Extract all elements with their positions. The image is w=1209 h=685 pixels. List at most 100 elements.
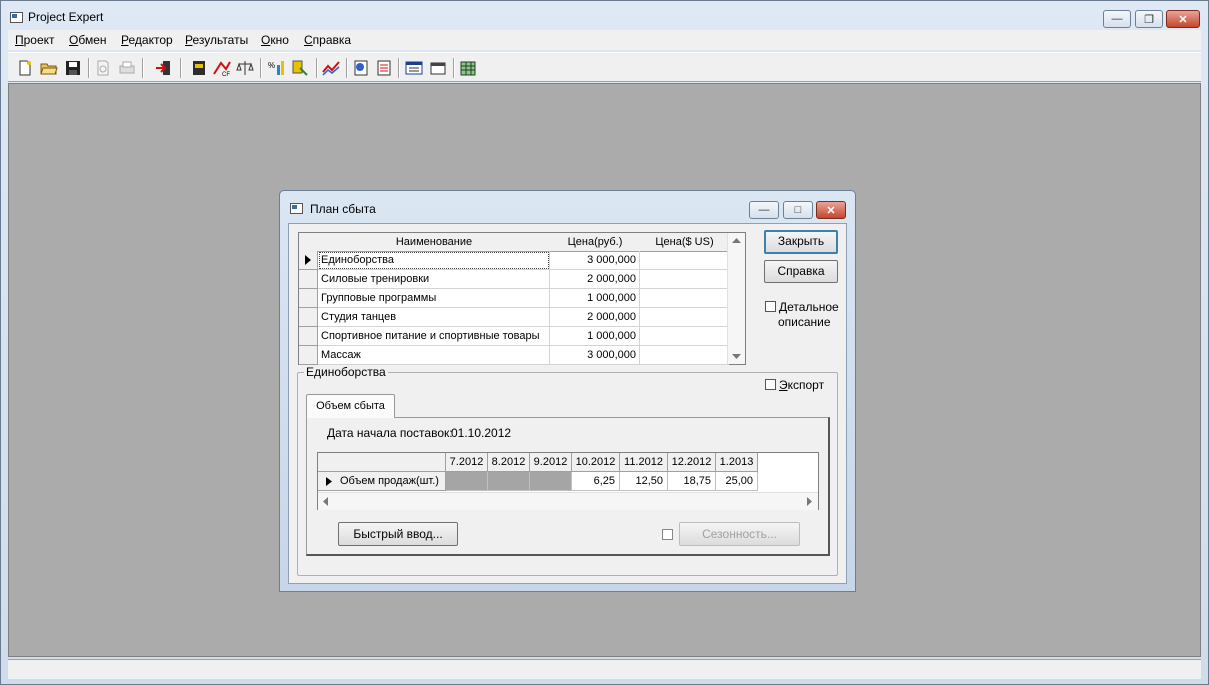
open-folder-icon[interactable] — [40, 59, 58, 77]
maximize-button[interactable]: ❐ — [1135, 10, 1163, 28]
period-value-cell — [488, 472, 530, 491]
detail-description-checkbox[interactable] — [765, 301, 776, 312]
period-header: 12.2012 — [668, 453, 716, 472]
sensitivity-icon[interactable] — [291, 59, 309, 77]
seasonality-label: Сезонность... — [702, 527, 777, 541]
table-row[interactable]: Групповые программы 1 000,000 — [299, 289, 729, 308]
module-icon[interactable] — [190, 59, 208, 77]
period-value-cell[interactable]: 18,75 — [668, 472, 716, 491]
row-pointer-icon — [305, 255, 311, 265]
period-header: 7.2012 — [446, 453, 488, 472]
menu-exchange[interactable]: Обмен — [69, 33, 107, 47]
scroll-right-icon[interactable] — [806, 497, 813, 506]
table-row[interactable]: Силовые тренировки 2 000,000 — [299, 270, 729, 289]
cell-price-rub[interactable]: 3 000,000 — [550, 346, 640, 365]
cell-price-usd[interactable] — [640, 327, 729, 346]
svg-text:CF: CF — [222, 72, 230, 77]
quick-input-button[interactable]: Быстрый ввод... — [338, 522, 458, 546]
column-header-name[interactable]: Наименование — [318, 233, 551, 252]
table-row[interactable]: Массаж 3 000,000 — [299, 346, 729, 365]
seasonality-checkbox[interactable] — [662, 529, 673, 540]
export-checkbox[interactable] — [765, 379, 776, 390]
print-icon[interactable] — [118, 59, 136, 77]
scroll-down-icon[interactable] — [732, 353, 741, 360]
grid-corner — [318, 453, 446, 472]
tab-sales-volume[interactable]: Объем сбыта — [306, 394, 395, 418]
document-icon[interactable] — [375, 59, 393, 77]
table-corner — [299, 233, 319, 252]
cell-name[interactable]: Студия танцев — [318, 308, 550, 327]
start-date-label: Дата начала поставок: — [327, 426, 453, 440]
period-header: 8.2012 — [488, 453, 530, 472]
save-icon[interactable] — [64, 59, 82, 77]
window-title: Project Expert — [28, 10, 104, 24]
table-row[interactable]: Единоборства 3 000,000 — [299, 251, 729, 270]
period-value-cell[interactable]: 25,00 — [716, 472, 758, 491]
menu-help[interactable]: Справка — [304, 33, 351, 47]
minimize-icon: — — [758, 204, 770, 216]
cell-price-rub[interactable]: 2 000,000 — [550, 308, 640, 327]
percent-chart-icon[interactable]: % — [268, 59, 286, 77]
column-header-price-rub[interactable]: Цена(руб.) — [550, 233, 641, 252]
table-vertical-scrollbar[interactable] — [727, 233, 745, 364]
dialog-maximize-button[interactable]: □ — [783, 201, 813, 219]
table-row[interactable]: Спортивное питание и спортивные товары 1… — [299, 327, 729, 346]
exit-icon[interactable] — [154, 59, 172, 77]
close-dialog-button[interactable]: Закрыть — [764, 230, 838, 254]
cell-name[interactable]: Спортивное питание и спортивные товары — [318, 327, 550, 346]
toolbar: CF % — [8, 52, 1201, 82]
detail-description-label-2: описание — [778, 315, 831, 329]
period-value-cell[interactable]: 6,25 — [572, 472, 620, 491]
export-label: Экспорт — [779, 378, 825, 392]
period-value-cell[interactable]: 12,50 — [620, 472, 668, 491]
status-bar — [8, 659, 1201, 679]
menu-project[interactable]: Проект — [15, 33, 55, 47]
cascade-windows-icon[interactable] — [429, 59, 447, 77]
dialog-title: План сбыта — [310, 202, 376, 216]
new-file-icon[interactable] — [16, 59, 34, 77]
dialog-close-button[interactable]: ✕ — [816, 201, 846, 219]
cell-price-usd[interactable] — [640, 289, 729, 308]
current-row-indicator — [299, 251, 318, 270]
close-button[interactable]: ✕ — [1166, 10, 1200, 28]
cell-price-usd[interactable] — [640, 251, 729, 270]
menu-editor[interactable]: Редактор — [121, 33, 173, 47]
scroll-left-icon[interactable] — [322, 497, 329, 506]
close-icon: ✕ — [826, 204, 836, 217]
table-row[interactable]: Студия танцев 2 000,000 — [299, 308, 729, 327]
line-chart-icon[interactable] — [322, 59, 340, 77]
tab-sales-volume-label: Объем сбыта — [316, 400, 385, 412]
menu-window[interactable]: Окно — [261, 33, 289, 47]
cell-price-usd[interactable] — [640, 270, 729, 289]
cashflow-icon[interactable]: CF — [213, 59, 231, 77]
period-header: 1.2013 — [716, 453, 758, 472]
balance-icon[interactable] — [236, 59, 254, 77]
scroll-up-icon[interactable] — [732, 237, 741, 244]
print-preview-icon[interactable] — [94, 59, 112, 77]
dialog-minimize-button[interactable]: — — [749, 201, 779, 219]
cell-price-usd[interactable] — [640, 308, 729, 327]
table-icon[interactable] — [459, 59, 477, 77]
cell-price-usd[interactable] — [640, 346, 729, 365]
minimize-button[interactable]: — — [1103, 10, 1131, 28]
menu-results[interactable]: Результаты — [185, 33, 248, 47]
cell-price-rub[interactable]: 1 000,000 — [550, 327, 640, 346]
cell-name[interactable]: Групповые программы — [318, 289, 550, 308]
cell-price-rub[interactable]: 2 000,000 — [550, 270, 640, 289]
svg-text:%: % — [268, 61, 275, 70]
window-list-icon[interactable] — [405, 59, 423, 77]
period-header: 9.2012 — [530, 453, 572, 472]
seasonality-button[interactable]: Сезонность... — [679, 522, 800, 546]
report-icon[interactable] — [352, 59, 370, 77]
row-header-sales-volume[interactable]: Объем продаж(шт.) — [318, 472, 446, 491]
cell-price-rub[interactable]: 1 000,000 — [550, 289, 640, 308]
cell-name[interactable]: Единоборства — [318, 251, 550, 270]
column-header-price-usd[interactable]: Цена($ US) — [640, 233, 730, 252]
period-header: 11.2012 — [620, 453, 668, 472]
grid-horizontal-scrollbar[interactable] — [318, 492, 818, 510]
period-value-cell — [446, 472, 488, 491]
help-button[interactable]: Справка — [764, 260, 838, 283]
cell-price-rub[interactable]: 3 000,000 — [550, 251, 640, 270]
cell-name[interactable]: Силовые тренировки — [318, 270, 550, 289]
cell-name[interactable]: Массаж — [318, 346, 550, 365]
